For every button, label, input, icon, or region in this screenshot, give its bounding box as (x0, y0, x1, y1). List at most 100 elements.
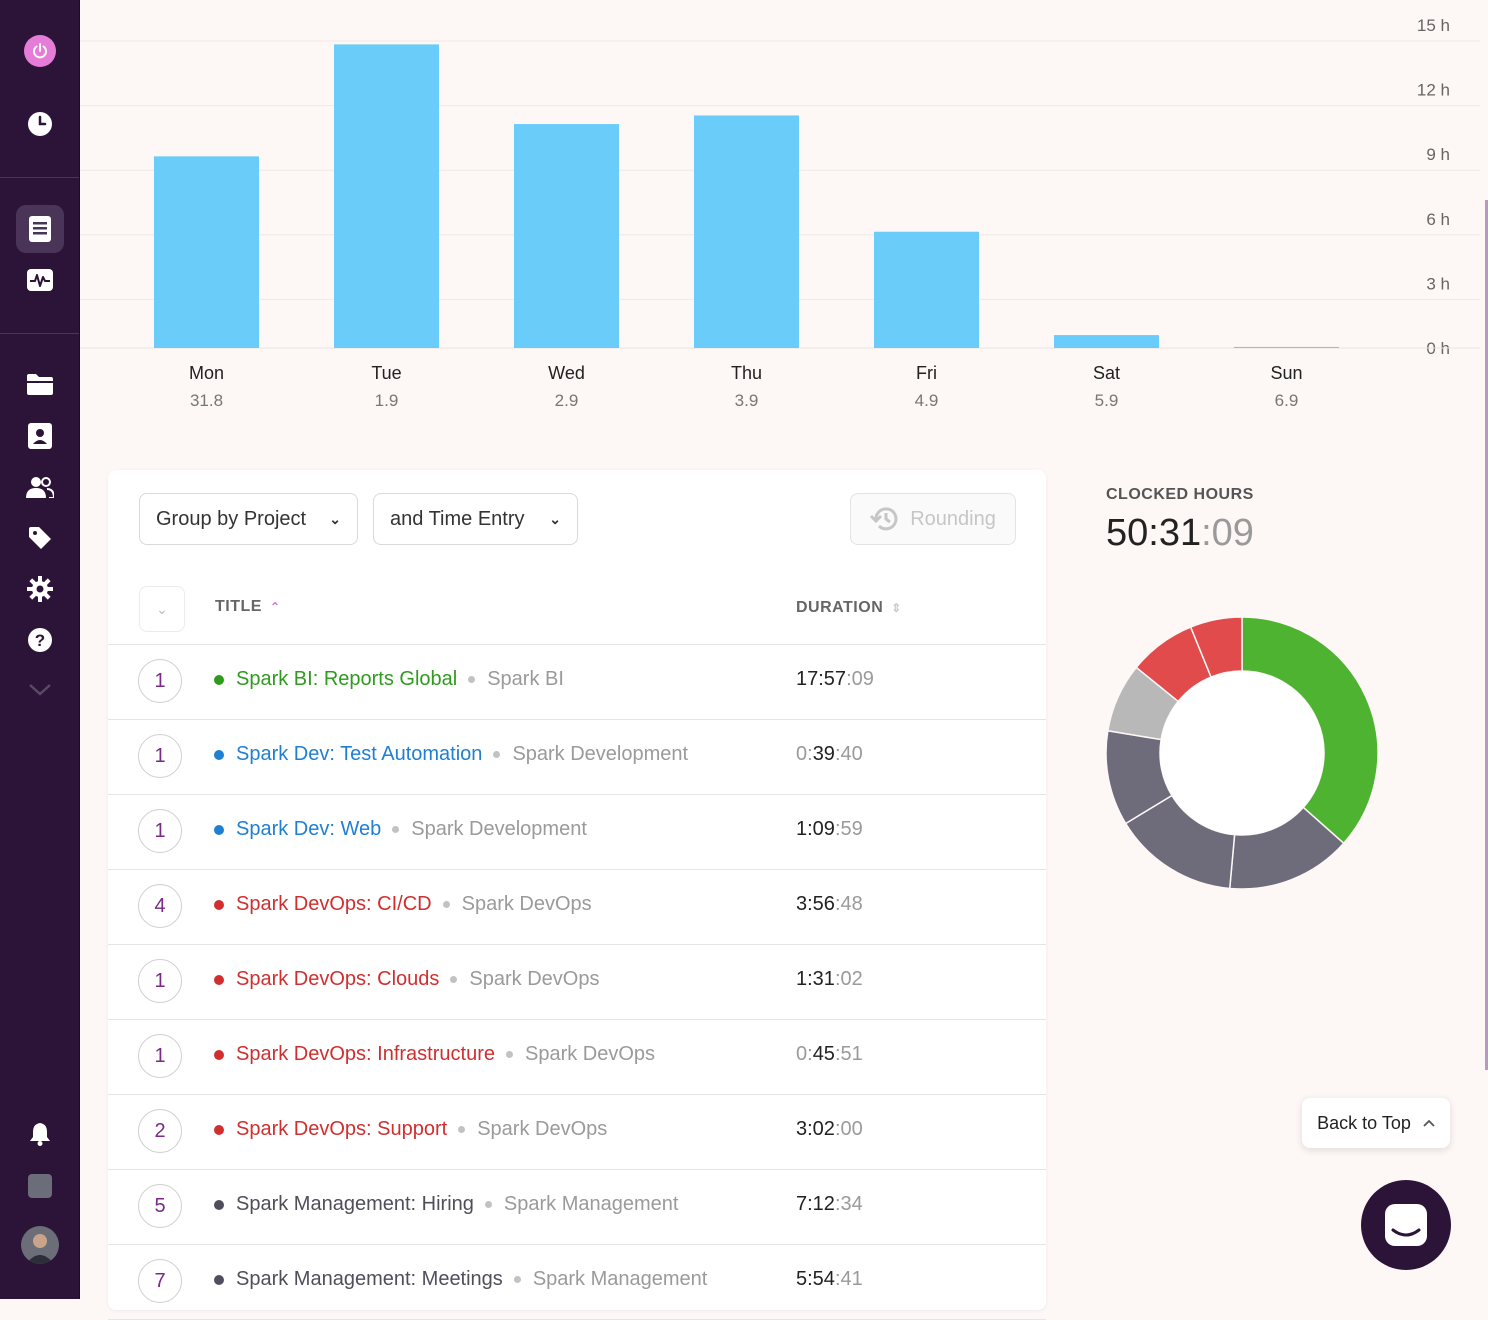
table-row[interactable]: 1 Spark BI: Reports Global Spark BI 17:57:0… (108, 644, 1046, 720)
duration-main: 5:54 (796, 1268, 835, 1290)
timer-nav[interactable] (16, 100, 64, 148)
row-title: Spark DevOps: Clouds Spark DevOps (214, 968, 599, 991)
sub-group-dropdown[interactable]: and Time Entry ⌄ (373, 493, 578, 545)
client-name: Spark Development (411, 818, 587, 840)
back-to-top-button[interactable]: Back to Top (1302, 1098, 1450, 1148)
chat-button[interactable] (1361, 1180, 1451, 1270)
table-row[interactable]: 1 Spark Dev: Test Automation Spark Develop… (108, 719, 1046, 795)
x-tick-label: Fri (916, 363, 937, 383)
rounding-button[interactable]: Rounding (850, 493, 1016, 545)
project-name[interactable]: Spark Management: Hiring (236, 1193, 474, 1216)
sidebar: ? (0, 0, 80, 1299)
table-row[interactable]: 2 Spark DevOps: Support Spark DevOps 3:02:0… (108, 1094, 1046, 1170)
row-duration: 17:57:09 (796, 668, 874, 691)
row-title: Spark Management: Hiring Spark Management (214, 1193, 678, 1216)
bar-mon[interactable] (154, 156, 259, 348)
rounding-label: Rounding (910, 507, 996, 530)
donut-hole (1160, 671, 1324, 835)
bar-fri[interactable] (874, 231, 979, 348)
expand-all-button[interactable]: ⌄ (139, 586, 185, 632)
duration-prefix: 0: (796, 743, 813, 765)
entry-count-badge[interactable]: 1 (138, 734, 182, 778)
settings-nav[interactable] (16, 565, 64, 613)
table-row[interactable]: 5 Spark Management: Hiring Spark Managemen… (108, 1169, 1046, 1245)
duration-main: 45 (812, 1043, 835, 1065)
project-name[interactable]: Spark DevOps: Infrastructure (236, 1043, 495, 1066)
client-name: Spark DevOps (461, 893, 592, 915)
table-row[interactable]: 7 Spark Management: Meetings Spark Managem… (108, 1244, 1046, 1320)
workspace-avatar[interactable] (16, 1162, 64, 1210)
reports-nav[interactable] (16, 205, 64, 253)
client-name: Spark Management (532, 1268, 708, 1290)
client-name: Spark DevOps (524, 1043, 656, 1065)
duration-column-header[interactable]: DURATION ⇕ (796, 599, 902, 617)
duration-seconds: :00 (834, 1118, 863, 1140)
entry-count-badge[interactable]: 7 (138, 1259, 182, 1303)
tags-nav[interactable] (16, 514, 64, 562)
project-color-dot (214, 749, 224, 760)
entry-count-badge[interactable]: 1 (138, 959, 182, 1003)
duration-seconds: :51 (834, 1043, 863, 1065)
duration-main: 39 (812, 743, 835, 765)
row-duration: 1:31:02 (796, 968, 863, 991)
folder-icon (27, 374, 53, 395)
clients-nav[interactable] (16, 412, 64, 460)
project-name[interactable]: Spark DevOps: CI/CD (236, 893, 432, 916)
back-to-top-label: Back to Top (1317, 1112, 1411, 1133)
project-name[interactable]: Spark DevOps: Support (236, 1118, 447, 1141)
project-name[interactable]: Spark Dev: Test Automation (236, 743, 482, 766)
projects-nav[interactable] (16, 360, 64, 408)
group-by-dropdown[interactable]: Group by Project ⌄ (139, 493, 358, 545)
project-name[interactable]: Spark Management: Meetings (236, 1268, 503, 1291)
table-row[interactable]: 1 Spark DevOps: Infrastructure Spark DevOp… (108, 1019, 1046, 1095)
table-row[interactable]: 1 Spark Dev: Web Spark Development 1:09:59 (108, 794, 1046, 870)
table-row[interactable]: 4 Spark DevOps: CI/CD Spark DevOps 3:56:48 (108, 869, 1046, 945)
user-avatar[interactable] (16, 1221, 64, 1269)
chevron-down-icon (29, 684, 51, 696)
row-duration: 1:09:59 (796, 818, 863, 841)
entry-count-badge[interactable]: 5 (138, 1184, 182, 1228)
entry-count-badge[interactable]: 1 (138, 809, 182, 853)
tag-icon (29, 527, 51, 549)
separator-dot (392, 826, 400, 833)
bar-thu[interactable] (694, 115, 799, 348)
title-column-header[interactable]: TITLE ⌃ (215, 598, 281, 616)
bar-sun[interactable] (1234, 346, 1339, 348)
x-tick-label: Thu (731, 363, 762, 383)
help-nav[interactable]: ? (16, 616, 64, 664)
notifications-nav[interactable] (16, 1110, 64, 1158)
x-tick-label: Wed (548, 363, 585, 383)
activity-icon (27, 269, 53, 291)
separator-dot (442, 901, 450, 908)
client-name: Spark Management (503, 1193, 679, 1215)
x-sub-label: 3.9 (735, 391, 759, 410)
entry-count-badge[interactable]: 4 (138, 884, 182, 928)
project-name[interactable]: Spark Dev: Web (236, 818, 381, 841)
expand-nav[interactable] (16, 666, 64, 714)
report-table-card: Group by Project ⌄ and Time Entry ⌄ Roun… (108, 470, 1046, 1320)
duration-main: 1:09 (796, 818, 835, 840)
x-sub-label: 5.9 (1095, 391, 1119, 410)
client-name: Spark BI (487, 668, 564, 690)
duration-seconds: :02 (834, 968, 863, 990)
bar-wed[interactable] (514, 124, 619, 348)
row-duration: 3:02:00 (796, 1118, 863, 1141)
project-name[interactable]: Spark DevOps: Clouds (236, 968, 439, 991)
project-color-dot (214, 824, 224, 835)
duration-main: 17:57 (796, 668, 847, 690)
power-button[interactable] (16, 27, 64, 75)
bar-tue[interactable] (334, 44, 439, 348)
entry-count-badge[interactable]: 2 (138, 1109, 182, 1153)
table-row[interactable]: 1 Spark DevOps: Clouds Spark DevOps 1:31:02 (108, 944, 1046, 1020)
project-name[interactable]: Spark BI: Reports Global (236, 668, 457, 691)
entry-count-badge[interactable]: 1 (138, 659, 182, 703)
bar-sat[interactable] (1054, 335, 1159, 348)
row-title: Spark BI: Reports Global Spark BI (214, 668, 564, 691)
weekly-bar-chart: 15 h 12 h9 h6 h3 h0 h Mon 31.8 Tue 1.9 Wed 2.9 T… (80, 0, 1485, 440)
team-nav[interactable] (16, 463, 64, 511)
row-duration: 3:56:48 (796, 893, 863, 916)
duration-main: 1:31 (796, 968, 835, 990)
insights-nav[interactable] (16, 256, 64, 304)
separator-dot (493, 751, 501, 758)
entry-count-badge[interactable]: 1 (138, 1034, 182, 1078)
